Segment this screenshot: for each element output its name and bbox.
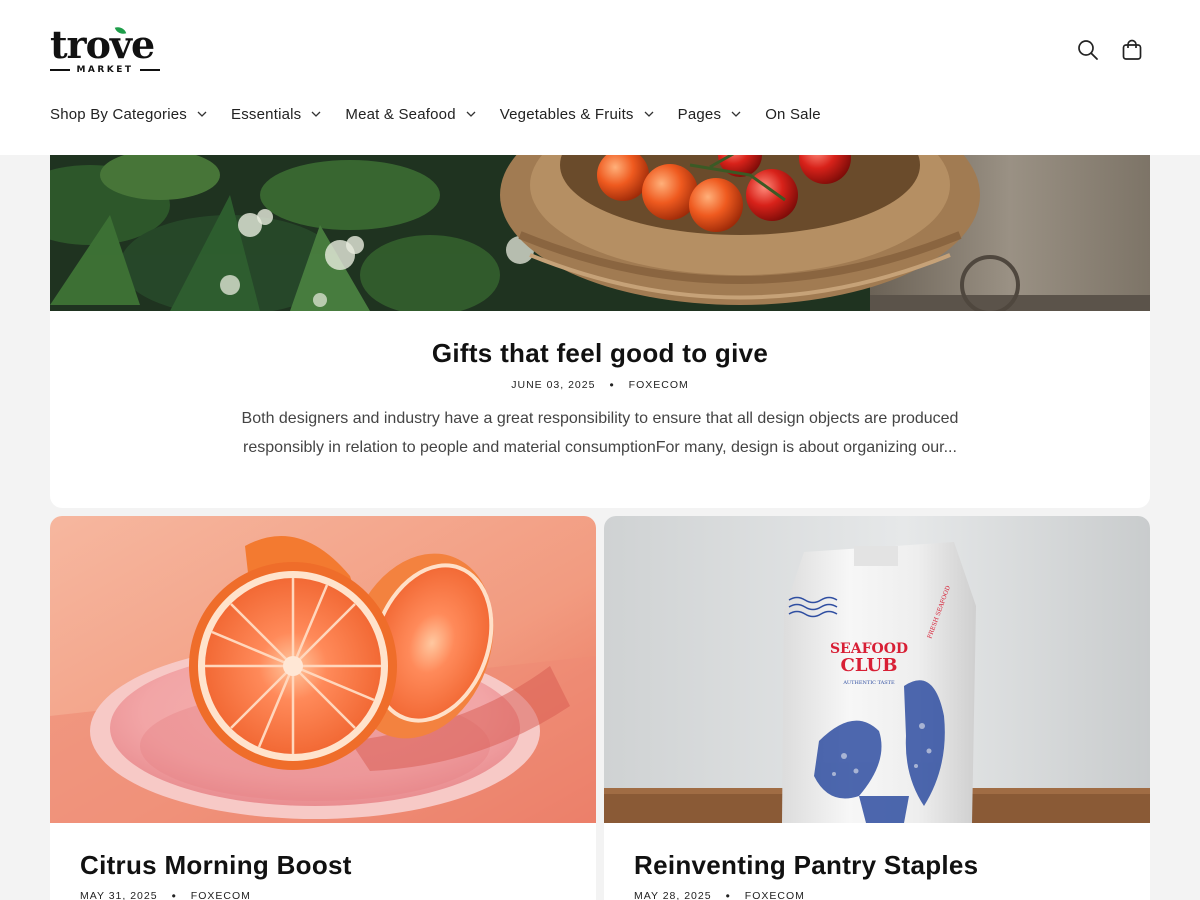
article-title[interactable]: Reinventing Pantry Staples — [634, 850, 978, 881]
chevron-down-icon — [731, 109, 741, 119]
article-author: FOXECOM — [190, 890, 251, 900]
logo-wordmark: trove — [50, 22, 155, 67]
chevron-down-icon — [644, 109, 654, 119]
nav-item-essentials[interactable]: Essentials — [231, 106, 321, 123]
site-header: trove MARKET Shop By Categories Essentia… — [0, 0, 1200, 155]
article-date: MAY 28, 2025 — [634, 890, 712, 900]
featured-article-excerpt: Both designers and industry have a great… — [241, 410, 959, 456]
featured-article-meta: JUNE 03, 2025 • FOXECOM — [50, 378, 1150, 392]
bag-label-line2: CLUB — [841, 655, 898, 676]
nav-item-vegetables-fruits[interactable]: Vegetables & Fruits — [500, 106, 654, 123]
featured-article-title[interactable]: Gifts that feel good to give — [50, 338, 1150, 369]
nav-item-on-sale[interactable]: On Sale — [765, 106, 821, 123]
article-card[interactable]: SEAFOOD CLUB AUTHENTIC TASTE FRESH SEAFO… — [604, 516, 1150, 900]
chevron-down-icon — [466, 109, 476, 119]
nav-item-meat-seafood[interactable]: Meat & Seafood — [345, 106, 476, 123]
logo-tagline: MARKET — [76, 65, 134, 75]
article-image[interactable]: SEAFOOD CLUB AUTHENTIC TASTE FRESH SEAFO… — [604, 516, 1150, 823]
bag-label-small: AUTHENTIC TASTE — [842, 680, 895, 686]
article-card[interactable]: Citrus Morning Boost MAY 31, 2025 • FOXE… — [50, 516, 596, 900]
article-image[interactable] — [50, 516, 596, 823]
meta-separator: • — [725, 889, 731, 900]
chevron-down-icon — [311, 109, 321, 119]
article-author: FOXECOM — [628, 379, 689, 391]
nav-item-pages[interactable]: Pages — [678, 106, 742, 123]
meta-separator: • — [171, 889, 177, 900]
article-author: FOXECOM — [744, 890, 805, 900]
logo[interactable]: trove MARKET — [50, 22, 162, 78]
article-date: JUNE 03, 2025 — [511, 379, 596, 391]
featured-article-image[interactable] — [50, 155, 1150, 311]
featured-article-card[interactable]: Gifts that feel good to give JUNE 03, 20… — [50, 155, 1150, 508]
main-nav: Shop By Categories Essentials Meat & Sea… — [50, 104, 845, 124]
article-title[interactable]: Citrus Morning Boost — [80, 850, 352, 881]
meta-separator: • — [609, 378, 615, 392]
article-meta: MAY 28, 2025 • FOXECOM — [634, 889, 805, 900]
chevron-down-icon — [197, 109, 207, 119]
cart-icon[interactable] — [1118, 36, 1146, 64]
search-icon[interactable] — [1074, 36, 1102, 64]
article-meta: MAY 31, 2025 • FOXECOM — [80, 889, 251, 900]
article-date: MAY 31, 2025 — [80, 890, 158, 900]
nav-item-shop-by-categories[interactable]: Shop By Categories — [50, 106, 207, 123]
